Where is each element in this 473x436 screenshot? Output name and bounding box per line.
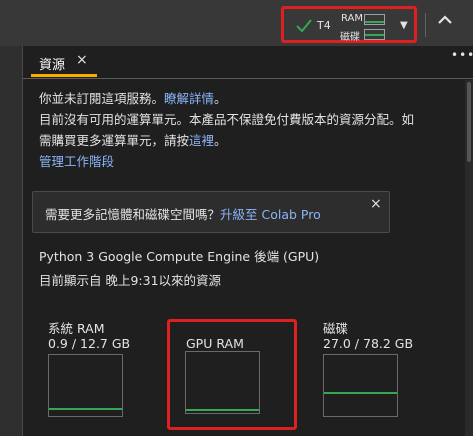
manage-sessions-link[interactable]: 管理工作階段 <box>39 154 114 169</box>
check-icon <box>296 19 312 33</box>
top-toolbar: T4 RAM 磁碟 ▼ <box>0 0 473 46</box>
gpu-ram-title: GPU RAM <box>186 336 244 351</box>
disk-level <box>324 392 397 394</box>
buy-period: 。 <box>214 133 227 148</box>
units-text: 目前沒有可用的運算單元。本產品不保證免付費版本的資源分配。如 <box>39 112 415 127</box>
toolbar-divider <box>425 13 426 37</box>
close-tab-icon[interactable]: × <box>76 52 88 68</box>
here-link[interactable]: 這裡 <box>189 133 214 148</box>
learn-more-link[interactable]: 瞭解詳情 <box>164 91 214 106</box>
promo-text: 需要更多記憶體和磁碟空間嗎？升級至 Colab Pro <box>45 204 321 223</box>
disk-graph <box>323 354 398 417</box>
more-options-icon[interactable]: ••• <box>451 48 473 62</box>
disk-mini-bar <box>364 29 385 40</box>
disk-title: 磁碟 <box>323 321 349 336</box>
ram-mini-fill <box>365 21 384 23</box>
ram-label: RAM <box>341 13 364 24</box>
buy-notice: 需購買更多運算單元，請按這裡。 <box>39 130 467 151</box>
upgrade-promo: 需要更多記憶體和磁碟空間嗎？升級至 Colab Pro × <box>32 191 390 233</box>
panel-tabbar: 資源 × ••• <box>23 46 473 79</box>
active-tab-indicator <box>31 74 97 77</box>
gpu-label: T4 <box>317 19 331 32</box>
backend-title: Python 3 Google Compute Engine 後端 (GPU) <box>39 249 320 264</box>
system-ram-graph <box>48 354 123 417</box>
scrollbar-thumb[interactable] <box>467 82 471 162</box>
resources-panel: 資源 × ••• 你並未訂閱這項服務。瞭解詳情。 目前沒有可用的運算單元。本產品… <box>22 46 473 436</box>
disk-label: 磁碟 <box>340 32 360 43</box>
buy-text: 需購買更多運算單元，請按 <box>39 133 190 148</box>
notice-text: 你並未訂閱這項服務。 <box>39 91 165 106</box>
units-notice: 目前沒有可用的運算單元。本產品不保證免付費版本的資源分配。如 <box>39 109 467 130</box>
left-strip <box>0 46 22 436</box>
system-ram-level <box>49 408 122 410</box>
manage-sessions-row: 管理工作階段 <box>39 151 467 172</box>
promo-question: 需要更多記憶體和磁碟空間嗎？ <box>45 207 221 222</box>
disk-mini-fill <box>365 34 384 36</box>
upgrade-link[interactable]: 升級至 Colab Pro <box>220 207 321 222</box>
close-promo-icon[interactable]: × <box>370 196 382 212</box>
tab-resources[interactable]: 資源 <box>39 54 65 73</box>
notice-period: 。 <box>214 91 227 106</box>
system-ram-title: 系統 RAM <box>48 321 105 336</box>
chevron-up-icon[interactable] <box>434 9 456 31</box>
disk-value: 27.0 / 78.2 GB <box>323 336 414 351</box>
runtime-status-button[interactable]: T4 RAM 磁碟 ▼ <box>281 6 417 43</box>
subscription-notice: 你並未訂閱這項服務。瞭解詳情。 <box>39 88 467 109</box>
gpu-ram-graph <box>185 351 260 414</box>
caret-down-icon[interactable]: ▼ <box>400 20 408 31</box>
gpu-ram-level <box>186 409 259 411</box>
resources-since: 目前顯示自 晚上9:31以來的資源 <box>39 273 222 288</box>
ram-mini-bar <box>364 14 385 25</box>
system-ram-value: 0.9 / 12.7 GB <box>48 336 131 351</box>
